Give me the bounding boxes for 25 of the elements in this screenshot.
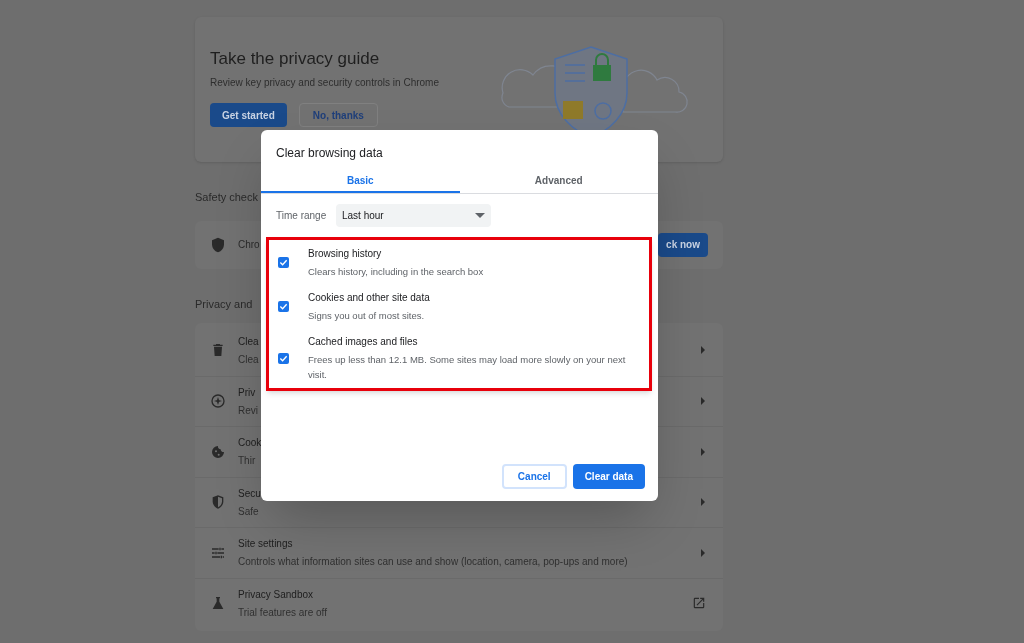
row-title: Cook xyxy=(238,436,262,451)
row-subtitle: Thir xyxy=(238,454,256,469)
option-title: Cookies and other site data xyxy=(308,291,430,305)
time-range-label: Time range xyxy=(276,209,328,223)
row-subtitle: Safe xyxy=(238,504,259,519)
dialog-title: Clear browsing data xyxy=(275,145,384,162)
row-subtitle: Trial features are off xyxy=(238,605,327,620)
option-description: Clears history, including in the search box xyxy=(308,265,484,279)
card-description: Review key privacy and security controls in Chrome xyxy=(210,76,440,90)
row-title: Secu xyxy=(238,486,261,501)
row-subtitle: Clea xyxy=(238,352,259,367)
row-title: Site settings xyxy=(238,537,293,552)
safety-check-text: Chro xyxy=(238,238,260,252)
section-heading: Privacy and xyxy=(195,296,253,312)
option-description: Frees up less than 12.1 MB. Some sites may load more slowly on your next visit. xyxy=(308,353,627,382)
row-title: Privacy Sandbox xyxy=(238,587,314,602)
option-title: Browsing history xyxy=(308,247,383,261)
section-heading: Safety check xyxy=(195,190,258,205)
row-title: Priv xyxy=(238,385,256,400)
row-subtitle: Controls what information sites can use and show (location, camera, pop-ups and more) xyxy=(238,555,628,570)
option-description: Signs you out of most sites. xyxy=(308,309,426,323)
option-title: Cached images and files xyxy=(308,335,419,349)
card-title: Take the privacy guide xyxy=(210,49,381,69)
row-title: Clea xyxy=(238,334,259,349)
row-subtitle: Revi xyxy=(238,403,258,418)
